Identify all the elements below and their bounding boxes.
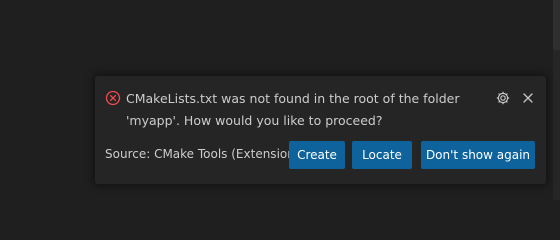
notification-source: Source: CMake Tools (Extension): [105, 147, 300, 161]
gear-icon[interactable]: [495, 90, 511, 106]
create-button[interactable]: Create: [289, 141, 345, 169]
notification-message: CMakeLists.txt was not found in the root…: [126, 91, 460, 128]
dont-show-again-button[interactable]: Don't show again: [421, 141, 535, 169]
close-icon[interactable]: [520, 90, 536, 106]
error-circle-icon: [105, 90, 121, 106]
scrollbar-thumb[interactable]: [553, 0, 560, 50]
locate-button[interactable]: Locate: [352, 141, 412, 169]
notification-toast: CMakeLists.txt was not found in the root…: [95, 76, 546, 184]
